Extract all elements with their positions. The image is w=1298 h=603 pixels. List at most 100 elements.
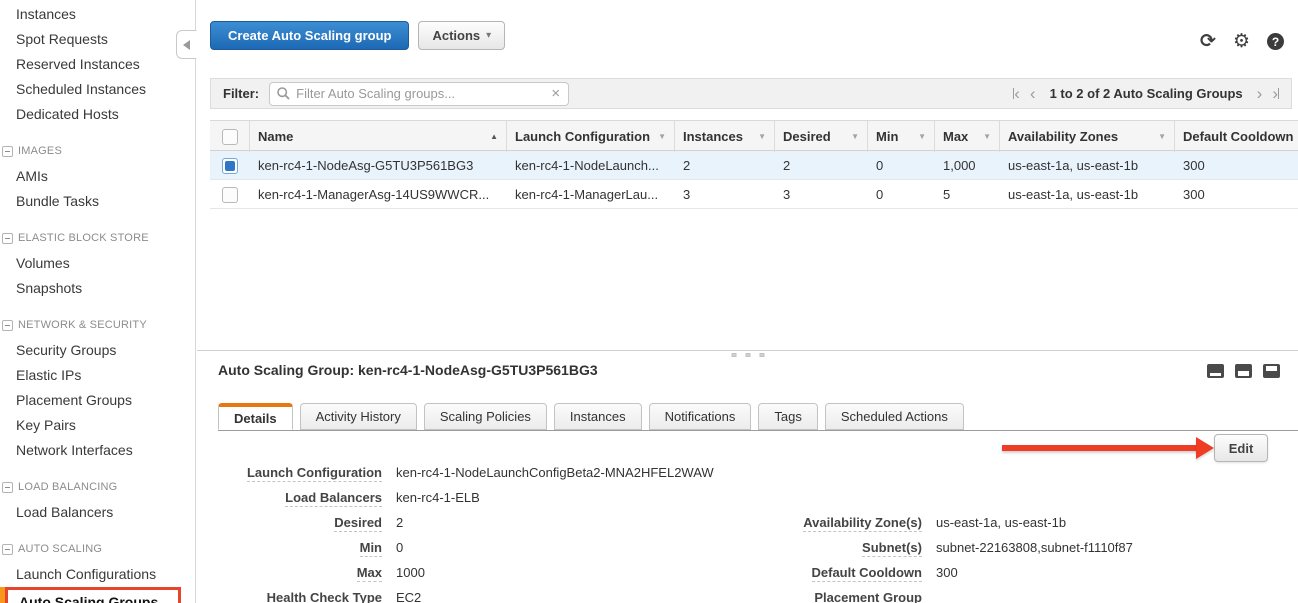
sidebar-item-volumes[interactable]: Volumes [0, 251, 195, 276]
sidebar-item-instances[interactable]: Instances [0, 2, 195, 27]
detail-panel-title: Auto Scaling Group: ken-rc4-1-NodeAsg-G5… [218, 362, 598, 378]
collapse-minus-icon[interactable] [2, 233, 13, 244]
detail-fields-right: Availability Zone(s)us-east-1a, us-east-… [762, 515, 1133, 603]
cell-max: 5 [935, 180, 1000, 209]
collapse-minus-icon[interactable] [2, 320, 13, 331]
tab-instances[interactable]: Instances [554, 403, 642, 430]
pane-resize-handle[interactable] [197, 350, 1298, 358]
search-box[interactable]: × [269, 82, 569, 106]
ec2-console: Instances Spot Requests Reserved Instanc… [0, 0, 1298, 603]
sidebar-item-launch-configurations[interactable]: Launch Configurations [0, 562, 195, 587]
pane-layout-bottom-icon[interactable] [1207, 364, 1224, 378]
sidebar-item-elastic-ips[interactable]: Elastic IPs [0, 363, 195, 388]
cell-availability-zones: us-east-1a, us-east-1b [1000, 151, 1175, 180]
row-checkbox[interactable] [222, 187, 238, 203]
tab-scaling-policies[interactable]: Scaling Policies [424, 403, 547, 430]
sidebar-section-label: ELASTIC BLOCK STORE [18, 226, 149, 251]
actions-button[interactable]: Actions ▾ [418, 21, 505, 50]
tab-activity-history[interactable]: Activity History [300, 403, 417, 430]
sidebar-section-auto-scaling[interactable]: AUTO SCALING [0, 537, 195, 562]
search-input[interactable] [290, 86, 551, 101]
cell-min: 0 [868, 151, 935, 180]
column-header-launch-configuration[interactable]: Launch Configuration▼ [507, 121, 675, 152]
row-checkbox[interactable] [222, 158, 238, 174]
tab-tags[interactable]: Tags [758, 403, 817, 430]
field-value: subnet-22163808,subnet-f1110f87 [936, 540, 1133, 555]
first-page-icon[interactable]: ‹ [1013, 85, 1020, 102]
prev-page-icon[interactable]: ‹ [1030, 85, 1036, 102]
column-header-default-cooldown[interactable]: Default Cooldown [1175, 121, 1298, 152]
top-utility-icons: ⟳ ⚙ ? [1200, 32, 1284, 51]
sidebar-section-ebs[interactable]: ELASTIC BLOCK STORE [0, 226, 195, 251]
sidebar-item-bundle-tasks[interactable]: Bundle Tasks [0, 189, 195, 214]
tab-notifications[interactable]: Notifications [649, 403, 752, 430]
column-header-name[interactable]: Name▲ [250, 121, 507, 152]
sidebar-section-network-security[interactable]: NETWORK & SECURITY [0, 313, 195, 338]
table-header-row: Name▲ Launch Configuration▼ Instances▼ D… [210, 120, 1298, 151]
table-row[interactable]: ken-rc4-1-ManagerAsg-14US9WWCR... ken-rc… [210, 180, 1298, 209]
detail-fields-left: Launch Configurationken-rc4-1-NodeLaunch… [197, 465, 714, 603]
next-page-icon[interactable]: › [1257, 85, 1263, 102]
pagination: ‹ ‹ 1 to 2 of 2 Auto Scaling Groups › › [1013, 79, 1279, 108]
sidebar-item-placement-groups[interactable]: Placement Groups [0, 388, 195, 413]
detail-tabs: Details Activity History Scaling Policie… [218, 403, 1298, 431]
sidebar-item-network-interfaces[interactable]: Network Interfaces [0, 438, 195, 463]
help-icon[interactable]: ? [1267, 33, 1284, 50]
sidebar-item-snapshots[interactable]: Snapshots [0, 276, 195, 301]
collapse-minus-icon[interactable] [2, 146, 13, 157]
collapse-minus-icon[interactable] [2, 482, 13, 493]
field-label: Load Balancers [197, 490, 382, 505]
field-label: Min [197, 540, 382, 555]
last-page-icon[interactable]: › [1272, 85, 1279, 102]
sidebar-section-load-balancing[interactable]: LOAD BALANCING [0, 475, 195, 500]
column-header-availability-zones[interactable]: Availability Zones▼ [1000, 121, 1175, 152]
sidebar-item-key-pairs[interactable]: Key Pairs [0, 413, 195, 438]
clear-search-icon[interactable]: × [551, 86, 560, 101]
pagination-count: 1 to 2 of 2 Auto Scaling Groups [1050, 86, 1243, 101]
sidebar-item-scheduled-instances[interactable]: Scheduled Instances [0, 77, 195, 102]
column-header-min[interactable]: Min▼ [868, 121, 935, 152]
pane-layout-half-icon[interactable] [1235, 364, 1252, 378]
tab-scheduled-actions[interactable]: Scheduled Actions [825, 403, 964, 430]
edit-button[interactable]: Edit [1214, 434, 1268, 462]
field-label: Launch Configuration [197, 465, 382, 480]
column-header-instances[interactable]: Instances▼ [675, 121, 775, 152]
tab-details[interactable]: Details [218, 403, 293, 430]
field-label: Max [197, 565, 382, 580]
cell-name: ken-rc4-1-NodeAsg-G5TU3P561BG3 [250, 151, 507, 180]
select-all-checkbox[interactable] [222, 129, 238, 145]
sidebar-item-spot-requests[interactable]: Spot Requests [0, 27, 195, 52]
sidebar-section-label: LOAD BALANCING [18, 475, 117, 500]
field-value: 2 [396, 515, 403, 530]
sidebar-item-dedicated-hosts[interactable]: Dedicated Hosts [0, 102, 195, 127]
gear-icon[interactable]: ⚙ [1233, 32, 1250, 51]
table-row[interactable]: ken-rc4-1-NodeAsg-G5TU3P561BG3 ken-rc4-1… [210, 151, 1298, 180]
sort-icon: ▼ [851, 132, 859, 141]
asg-table: Name▲ Launch Configuration▼ Instances▼ D… [210, 120, 1298, 209]
filter-label: Filter: [223, 86, 259, 101]
collapse-minus-icon[interactable] [2, 544, 13, 555]
sidebar-item-reserved-instances[interactable]: Reserved Instances [0, 52, 195, 77]
cell-availability-zones: us-east-1a, us-east-1b [1000, 180, 1175, 209]
sidebar-section-images[interactable]: IMAGES [0, 139, 195, 164]
sidebar-item-security-groups[interactable]: Security Groups [0, 338, 195, 363]
column-header-max[interactable]: Max▼ [935, 121, 1000, 152]
sidebar-item-amis[interactable]: AMIs [0, 164, 195, 189]
column-header-desired[interactable]: Desired▼ [775, 121, 868, 152]
collapse-left-icon [183, 40, 190, 50]
field-value: 0 [396, 540, 403, 555]
cell-instances: 3 [675, 180, 775, 209]
pane-layout-full-icon[interactable] [1263, 364, 1280, 378]
field-label: Desired [197, 515, 382, 530]
refresh-icon[interactable]: ⟳ [1200, 32, 1216, 51]
create-auto-scaling-group-button[interactable]: Create Auto Scaling group [210, 21, 409, 50]
sidebar-section-label: IMAGES [18, 139, 62, 164]
annotation-arrow-head [1196, 437, 1214, 459]
cell-desired: 2 [775, 151, 868, 180]
sidebar-collapse-handle[interactable] [176, 30, 197, 59]
cell-launch-configuration: ken-rc4-1-ManagerLau... [507, 180, 675, 209]
sort-icon: ▼ [1158, 132, 1166, 141]
sidebar-item-load-balancers[interactable]: Load Balancers [0, 500, 195, 525]
sort-icon: ▼ [658, 132, 666, 141]
sidebar-item-auto-scaling-groups[interactable]: Auto Scaling Groups [5, 587, 181, 603]
